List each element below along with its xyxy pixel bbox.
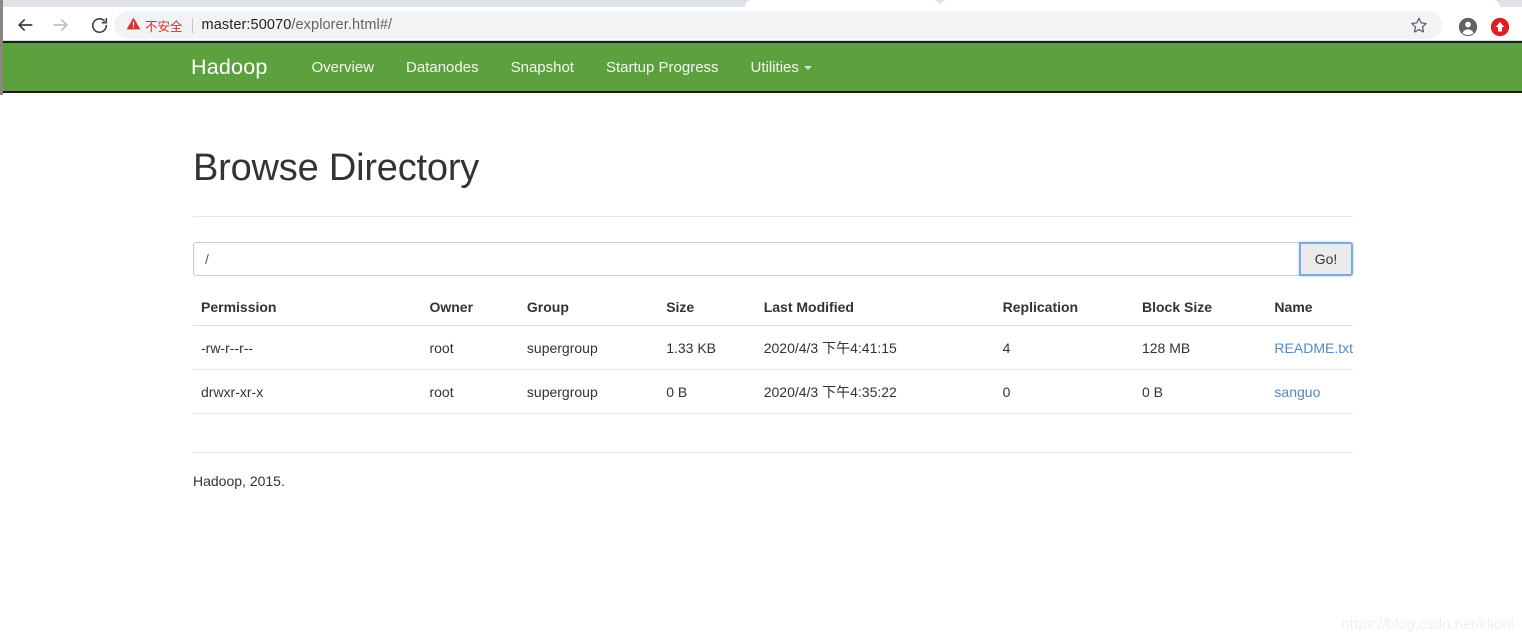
cell-block-size: 128 MB (1141, 325, 1275, 370)
th-replication: Replication (1002, 299, 1142, 326)
url-text: master:50070/explorer.html#/ (202, 17, 393, 33)
cell-last-modified: 2020/4/3 下午4:41:15 (763, 325, 1003, 370)
hadoop-navbar: Hadoop Overview Datanodes Snapshot Start… (3, 41, 1522, 93)
address-bar[interactable]: 不安全 master:50070/explorer.html#/ (114, 11, 1442, 39)
nav-link-startup-progress[interactable]: Startup Progress (590, 59, 735, 76)
page-title: Browse Directory (193, 147, 480, 189)
directory-path-input[interactable] (193, 242, 1299, 276)
table-header-row: Permission Owner Group Size Last Modifie… (193, 299, 1353, 326)
th-permission: Permission (193, 299, 430, 326)
extension-button[interactable] (1490, 17, 1510, 37)
th-owner: Owner (429, 299, 527, 326)
cell-permission: -rw-r--r-- (193, 325, 430, 370)
cell-permission: drwxr-xr-x (193, 369, 430, 414)
cell-block-size: 0 B (1141, 369, 1275, 414)
footer-text: Hadoop, 2015. (193, 473, 285, 489)
url-path: /explorer.html#/ (291, 17, 393, 33)
account-circle-icon (1458, 17, 1478, 41)
browser-window: 不安全 master:50070/explorer.html#/ Hadoop … (0, 0, 1522, 639)
browser-toolbar: 不安全 master:50070/explorer.html#/ (0, 7, 1522, 41)
th-name: Name (1274, 299, 1353, 326)
th-last-modified: Last Modified (763, 299, 1003, 326)
browser-tab[interactable] (940, 0, 1500, 7)
nav-link-datanodes[interactable]: Datanodes (390, 59, 495, 76)
reload-button[interactable] (86, 12, 112, 38)
arrow-left-icon (15, 15, 35, 35)
browser-tab[interactable] (745, 0, 940, 7)
cell-size: 1.33 KB (666, 325, 764, 370)
page-body: Browse Directory Go! Permission Owner Gr… (0, 95, 1522, 639)
warning-triangle-icon (126, 16, 141, 34)
star-icon (1410, 17, 1428, 38)
cell-size: 0 B (666, 369, 764, 414)
table-row: drwxr-xr-x root supergroup 0 B 2020/4/3 … (193, 369, 1353, 414)
cell-owner: root (429, 369, 527, 414)
file-link-readme[interactable]: README.txt (1274, 340, 1353, 356)
path-input-group: Go! (193, 242, 1353, 276)
cell-replication: 0 (1002, 369, 1142, 414)
th-block-size: Block Size (1141, 299, 1275, 326)
forward-button[interactable] (48, 12, 74, 38)
arrow-right-icon (51, 15, 71, 35)
th-group: Group (526, 299, 667, 326)
content-container: Browse Directory Go! Permission Owner Gr… (193, 95, 1353, 489)
bookmark-star-button[interactable] (1410, 16, 1428, 34)
footer-divider (193, 452, 1353, 453)
cell-last-modified: 2020/4/3 下午4:35:22 (763, 369, 1003, 414)
cell-replication: 4 (1002, 325, 1142, 370)
th-size: Size (666, 299, 764, 326)
directory-table: Permission Owner Group Size Last Modifie… (193, 299, 1353, 414)
table-header: Permission Owner Group Size Last Modifie… (193, 299, 1353, 326)
nav-link-utilities-label: Utilities (750, 58, 799, 76)
cell-group: supergroup (526, 325, 667, 370)
chevron-down-icon (803, 65, 812, 70)
reload-icon (90, 16, 109, 35)
cell-name: sanguo (1274, 369, 1353, 414)
table-row: -rw-r--r-- root supergroup 1.33 KB 2020/… (193, 325, 1353, 370)
security-status[interactable]: 不安全 (126, 16, 183, 35)
directory-link-sanguo[interactable]: sanguo (1274, 384, 1320, 400)
profile-button[interactable] (1458, 17, 1478, 37)
tab-strip (0, 0, 1522, 7)
back-button[interactable] (12, 12, 38, 38)
extension-icon (1490, 17, 1510, 41)
cell-name: README.txt (1274, 325, 1353, 370)
security-label: 不安全 (145, 19, 183, 34)
omnibox-divider (191, 17, 193, 33)
brand-hadoop[interactable]: Hadoop (191, 55, 268, 80)
nav-link-snapshot[interactable]: Snapshot (495, 59, 590, 76)
cell-group: supergroup (526, 369, 667, 414)
table-body: -rw-r--r-- root supergroup 1.33 KB 2020/… (193, 325, 1353, 414)
go-button[interactable]: Go! (1299, 242, 1353, 276)
nav-link-utilities[interactable]: Utilities (735, 59, 828, 76)
nav-link-overview[interactable]: Overview (296, 59, 391, 76)
cell-owner: root (429, 325, 527, 370)
watermark: https://blog.csdn.net/klionl (1341, 617, 1514, 633)
url-host: master:50070 (201, 17, 292, 33)
title-divider (193, 216, 1353, 217)
